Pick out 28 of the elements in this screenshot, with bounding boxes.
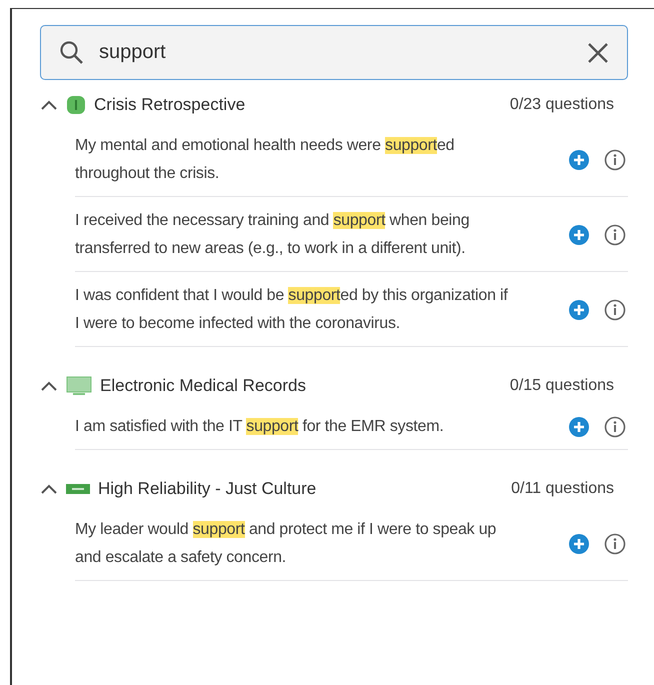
add-icon[interactable] [568,533,590,555]
caret-icon[interactable] [40,380,58,392]
question-count: 0/11 questions [511,480,614,498]
group-title: Electronic Medical Records [100,376,306,396]
caret-icon[interactable] [40,483,58,495]
close-icon[interactable] [587,42,609,64]
badge-icon [66,483,90,495]
caret-icon[interactable] [40,99,58,111]
add-icon[interactable] [568,149,590,171]
search-input[interactable]: support [99,41,573,64]
question-text: My mental and emotional health needs were supported throughout the crisis. [75,136,456,184]
search-field[interactable]: support [40,25,628,80]
question-count: 0/23 questions [510,96,614,114]
add-icon[interactable] [568,299,590,321]
group-title: High Reliability - Just Culture [98,479,316,499]
info-icon[interactable] [604,416,626,438]
question-count: 0/15 questions [510,377,614,395]
monitor-icon [66,376,92,396]
info-icon[interactable] [604,149,626,171]
alert-icon [66,95,86,115]
add-icon[interactable] [568,224,590,246]
group-title: Crisis Retrospective [94,95,246,115]
info-icon[interactable] [604,299,626,321]
add-icon[interactable] [568,416,590,438]
search-icon [59,40,85,66]
question-text: My leader would support and protect me if I were to speak up and escalate a safety concern. [75,520,498,568]
info-icon[interactable] [604,224,626,246]
info-icon[interactable] [604,533,626,555]
